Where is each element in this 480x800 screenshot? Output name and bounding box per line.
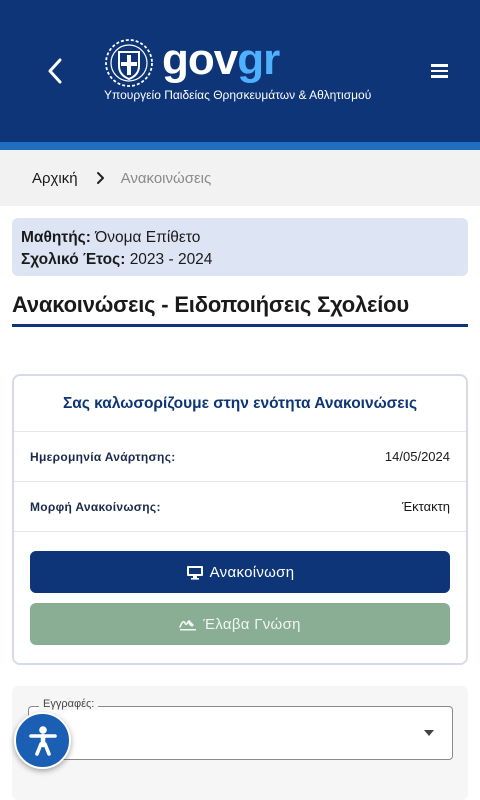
monitor-icon: [186, 565, 203, 580]
chevron-right-icon: [96, 171, 105, 185]
greek-emblem-icon: [105, 39, 153, 87]
hamburger-menu-icon: [431, 64, 448, 67]
school-year-value: 2023 - 2024: [129, 251, 213, 268]
signature-icon: [179, 620, 197, 631]
dropdown-arrow-icon: [424, 730, 434, 736]
post-date-value: 14/05/2024: [384, 449, 450, 464]
post-date-label: Ημερομηνία Ανάρτησης:: [30, 449, 176, 464]
post-date-row: Ημερομηνία Ανάρτησης: 14/05/2024: [14, 432, 466, 482]
ministry-name: Υπουργείο Παιδείας Θρησκευμάτων & Αθλητι…: [104, 88, 372, 102]
acknowledge-label: Έλαβα Γνώση: [203, 615, 301, 633]
acknowledge-button[interactable]: Έλαβα Γνώση: [30, 603, 450, 645]
view-announcement-button[interactable]: Ανακοίνωση: [30, 551, 450, 593]
announcement-type-value: Έκτακτη: [401, 499, 450, 514]
accessibility-icon: [28, 725, 57, 756]
logo-gov: gov: [162, 35, 238, 84]
student-info-box: Μαθητής: Όνομα Επίθετο Σχολικό Έτος: 202…: [12, 218, 468, 276]
back-button[interactable]: [38, 52, 72, 90]
registrations-select[interactable]: Εγγραφές:: [28, 698, 453, 760]
school-year-row: Σχολικό Έτος: 2023 - 2024: [21, 249, 459, 271]
gov-gr-logo: govgr: [162, 30, 280, 90]
chevron-left-icon: [48, 58, 62, 84]
view-announcement-label: Ανακοίνωση: [209, 563, 295, 581]
breadcrumb-home-link[interactable]: Αρχική: [32, 170, 78, 187]
page-title: Ανακοινώσεις - Ειδοποιήσεις Σχολείου: [12, 292, 468, 327]
student-name-value: Όνομα Επίθετο: [95, 229, 201, 246]
logo-gr: gr: [237, 35, 280, 84]
announcement-type-row: Μορφή Ανακοίνωσης: Έκτακτη: [14, 482, 466, 532]
menu-button[interactable]: [426, 58, 454, 84]
registrations-label: Εγγραφές:: [39, 698, 99, 710]
registrations-section: Εγγραφές:: [12, 686, 468, 800]
school-year-label: Σχολικό Έτος:: [21, 251, 126, 268]
accessibility-button[interactable]: [14, 712, 71, 769]
announcement-card: Σας καλωσορίζουμε στην ενότητα Ανακοινώσ…: [12, 374, 468, 665]
header-accent-strip: [0, 142, 480, 150]
breadcrumb-current: Ανακοινώσεις: [120, 169, 212, 187]
student-name-label: Μαθητής:: [21, 229, 91, 246]
announcement-type-label: Μορφή Ανακοίνωσης:: [30, 499, 161, 514]
breadcrumb: Αρχική Ανακοινώσεις: [0, 150, 480, 206]
student-name-row: Μαθητής: Όνομα Επίθετο: [21, 227, 459, 249]
card-heading: Σας καλωσορίζουμε στην ενότητα Ανακοινώσ…: [14, 376, 466, 432]
app-header: govgr Υπουργείο Παιδείας Θρησκευμάτων & …: [0, 0, 480, 150]
